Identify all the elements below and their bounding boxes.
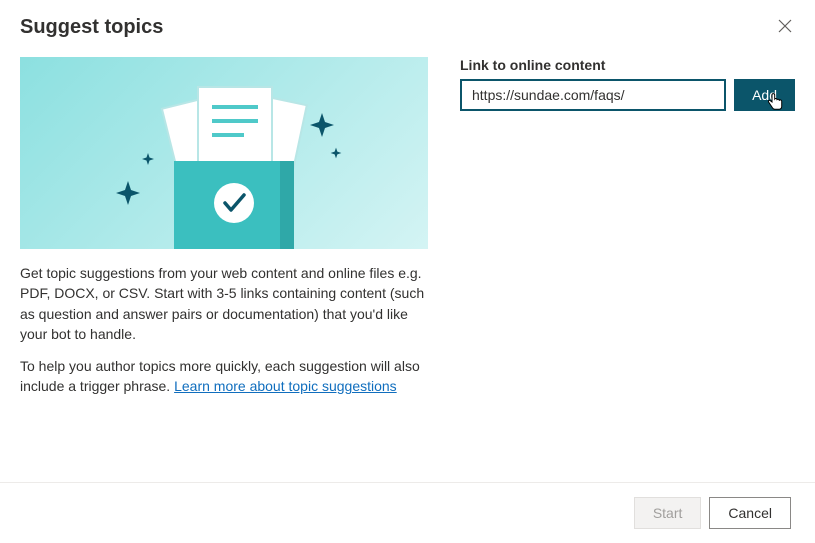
sparkle-icon — [142, 153, 154, 165]
link-field-label: Link to online content — [460, 57, 795, 73]
sparkle-icon — [310, 113, 334, 137]
sparkle-icon — [116, 181, 140, 205]
description-paragraph-1: Get topic suggestions from your web cont… — [20, 263, 428, 344]
dialog-content: Get topic suggestions from your web cont… — [0, 49, 815, 482]
documents-illustration — [20, 57, 428, 249]
url-input-row: Add — [460, 79, 795, 111]
dialog-header: Suggest topics — [0, 0, 815, 49]
checkmark-icon — [214, 183, 254, 223]
add-button[interactable]: Add — [734, 79, 795, 111]
left-pane: Get topic suggestions from your web cont… — [20, 57, 428, 462]
sparkle-icon — [331, 148, 342, 159]
dialog-footer: Start Cancel — [0, 482, 815, 543]
dialog-title: Suggest topics — [20, 16, 163, 39]
right-pane: Link to online content Add — [460, 57, 795, 462]
close-icon — [777, 18, 793, 34]
description-paragraph-2: To help you author topics more quickly, … — [20, 356, 428, 397]
url-input[interactable] — [460, 79, 726, 111]
start-button: Start — [634, 497, 702, 529]
learn-more-link[interactable]: Learn more about topic suggestions — [174, 378, 397, 394]
close-button[interactable] — [775, 16, 795, 36]
add-button-label: Add — [752, 87, 777, 103]
suggest-topics-dialog: Suggest topics — [0, 0, 815, 543]
cancel-button[interactable]: Cancel — [709, 497, 791, 529]
